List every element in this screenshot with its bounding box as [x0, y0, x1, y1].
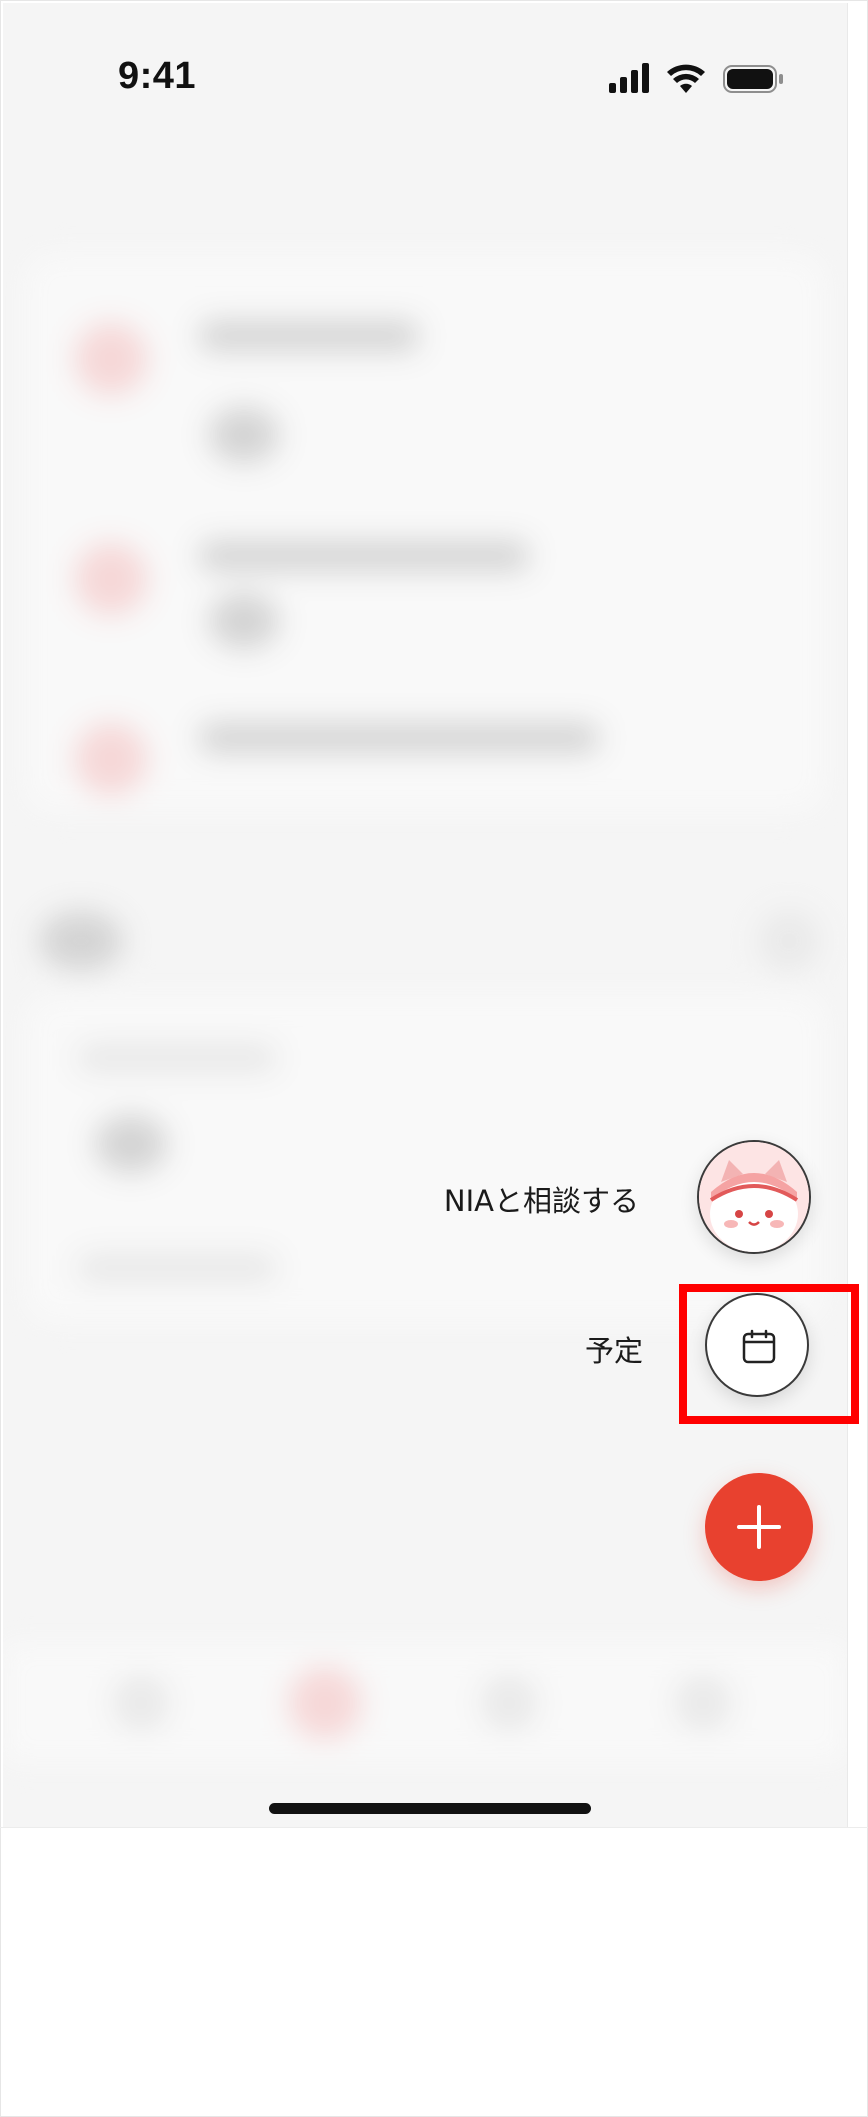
- nia-consult-button[interactable]: [697, 1140, 811, 1254]
- home-indicator: [269, 1803, 591, 1814]
- status-bar: 9:41: [3, 3, 847, 153]
- battery-icon: [723, 65, 783, 93]
- nia-mascot-avatar: [699, 1142, 809, 1252]
- schedule-label[interactable]: 予定: [585, 1328, 643, 1370]
- highlight-annotation: [679, 1284, 859, 1424]
- screen-bottom-edge: [0, 1827, 868, 1828]
- app-screen: 9:41 NIAと相談する 予定: [3, 3, 848, 1827]
- plus-icon: [737, 1505, 781, 1549]
- add-button[interactable]: [705, 1473, 813, 1581]
- status-icons: [607, 61, 787, 95]
- wifi-icon: [667, 64, 705, 93]
- cellular-signal-icon: [609, 63, 649, 93]
- status-time: 9:41: [118, 55, 197, 97]
- nia-consult-label[interactable]: NIAと相談する: [444, 1178, 639, 1220]
